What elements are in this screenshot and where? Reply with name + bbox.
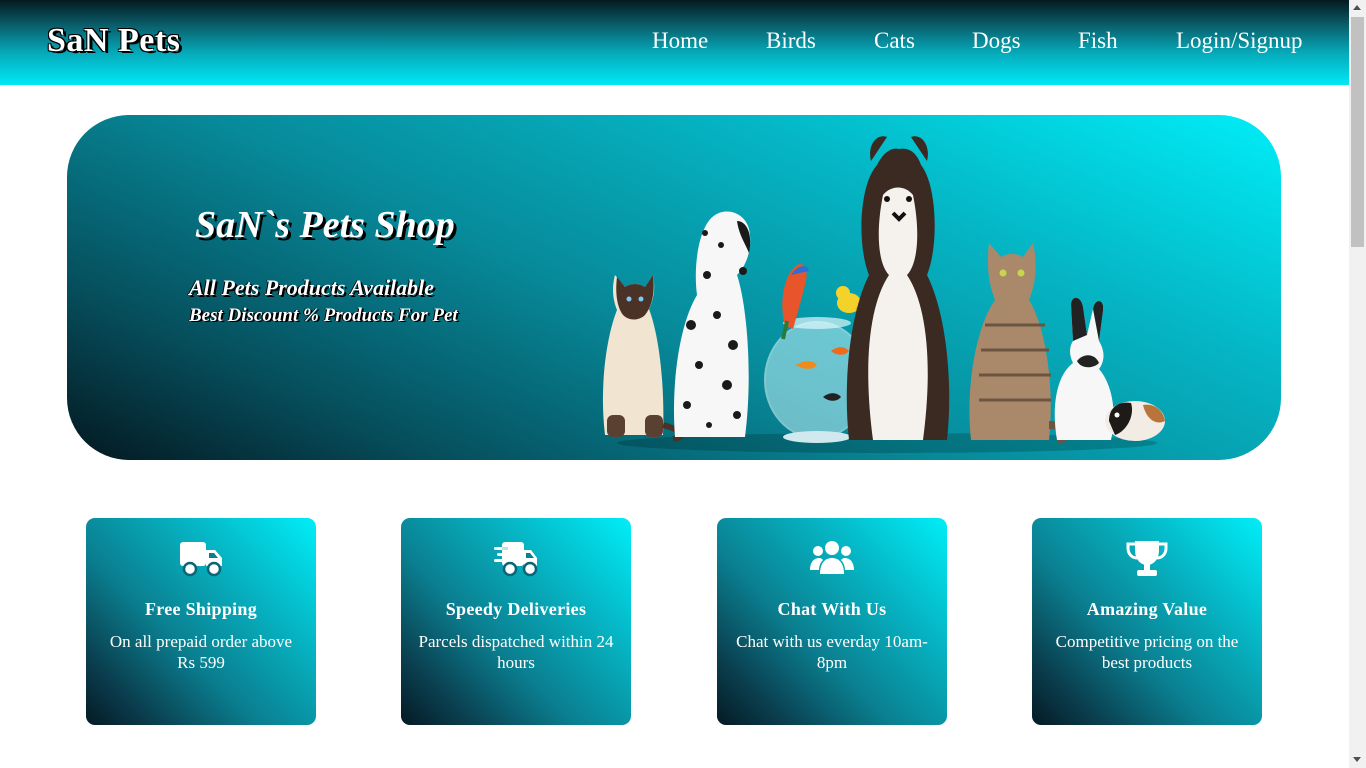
feature-text: Competitive pricing on the best products <box>1055 632 1239 672</box>
feature-card-free-shipping: Free Shipping On all prepaid order above… <box>86 518 316 725</box>
truck-icon <box>180 542 222 577</box>
feature-title: Speedy Deliveries <box>445 599 587 619</box>
hero-tagline: Best Discount % Products For Pet <box>189 305 458 326</box>
nav-link-dogs[interactable]: Dogs <box>972 28 1021 54</box>
dalmatian-dog-illustration <box>673 211 751 437</box>
feature-card-amazing-value: Amazing Value Competitive pricing on the… <box>1032 518 1262 725</box>
feature-text: On all prepaid order above Rs 599 <box>109 632 293 672</box>
hero-subtitle: All Pets Products Available <box>189 275 435 300</box>
users-icon <box>810 541 854 574</box>
scroll-up-arrow-icon[interactable] <box>1353 5 1361 10</box>
scroll-down-arrow-icon[interactable] <box>1353 757 1361 762</box>
siamese-cat-illustration <box>602 275 684 442</box>
collie-dog-illustration <box>846 136 950 440</box>
page-scrollbar[interactable] <box>1349 0 1366 768</box>
nav-link-home[interactable]: Home <box>652 28 708 54</box>
feature-text: Parcels dispatched within 24 hours <box>418 632 614 672</box>
feature-card-chat-with-us: Chat With Us Chat with us everday 10am-8… <box>717 518 947 725</box>
tabby-cat-illustration <box>969 243 1071 444</box>
feature-card-speedy-deliveries: Speedy Deliveries Parcels dispatched wit… <box>401 518 631 725</box>
nav-link-cats[interactable]: Cats <box>874 28 915 54</box>
feature-title: Amazing Value <box>1086 599 1208 619</box>
feature-title: Chat With Us <box>777 599 887 619</box>
nav-link-fish[interactable]: Fish <box>1078 28 1118 54</box>
pets-group-image <box>602 136 1165 453</box>
main-nav: Home Birds Cats Dogs Fish Login/Signup <box>0 28 1349 60</box>
feature-text: Chat with us everday 10am-8pm <box>736 632 928 672</box>
fast-truck-icon <box>494 542 538 577</box>
trophy-icon <box>1126 541 1168 576</box>
rabbit-illustration <box>1054 297 1114 440</box>
feature-title: Free Shipping <box>144 599 258 619</box>
guinea-pig-illustration <box>1105 401 1165 441</box>
scroll-thumb[interactable] <box>1351 17 1364 247</box>
hero-banner: SaN`s Pets Shop All Pets Products Availa… <box>67 115 1281 460</box>
navbar: SaN Pets Home Birds Cats Dogs Fish Login… <box>0 0 1349 85</box>
nav-link-birds[interactable]: Birds <box>766 28 816 54</box>
nav-link-login-signup[interactable]: Login/Signup <box>1176 28 1303 54</box>
hero-title: SaN`s Pets Shop <box>195 204 455 246</box>
